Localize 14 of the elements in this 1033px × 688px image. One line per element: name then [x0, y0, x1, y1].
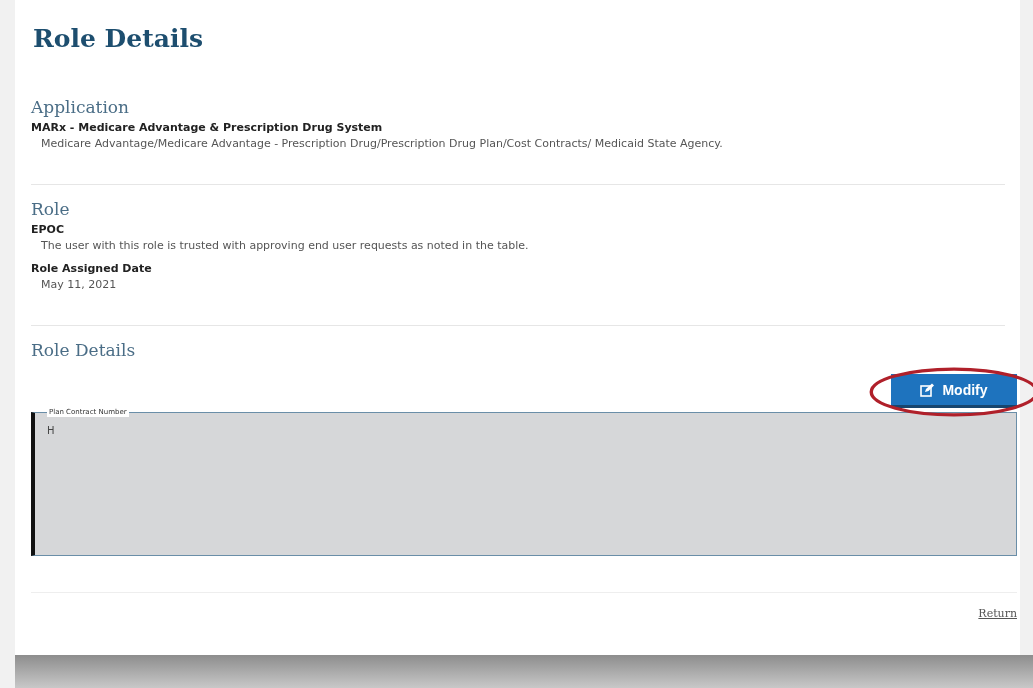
page-title: Role Details	[33, 24, 204, 53]
application-description: Medicare Advantage/Medicare Advantage - Prescription Drug/Prescription Drug Plan/Cost Contracts/ Medicaid State Agency.	[40, 137, 724, 150]
section-heading: Application	[31, 97, 131, 117]
section-heading: Role	[31, 199, 71, 219]
assigned-date: May 11, 2021	[40, 278, 118, 291]
edit-icon	[920, 382, 936, 397]
role-description: The user with this role is trusted with approving end user requests as noted in the table.	[40, 239, 530, 252]
role-name: EPOC	[31, 223, 65, 236]
return-link[interactable]: Return	[978, 607, 1017, 620]
date-label: Role Assigned Date	[31, 262, 153, 275]
field-value: H	[47, 425, 56, 436]
section-heading: Role Details	[31, 340, 137, 360]
application-name: MARx - Medicare Advantage & Prescription Drug System	[31, 121, 384, 134]
modify-button[interactable]: Modify	[891, 374, 1017, 408]
